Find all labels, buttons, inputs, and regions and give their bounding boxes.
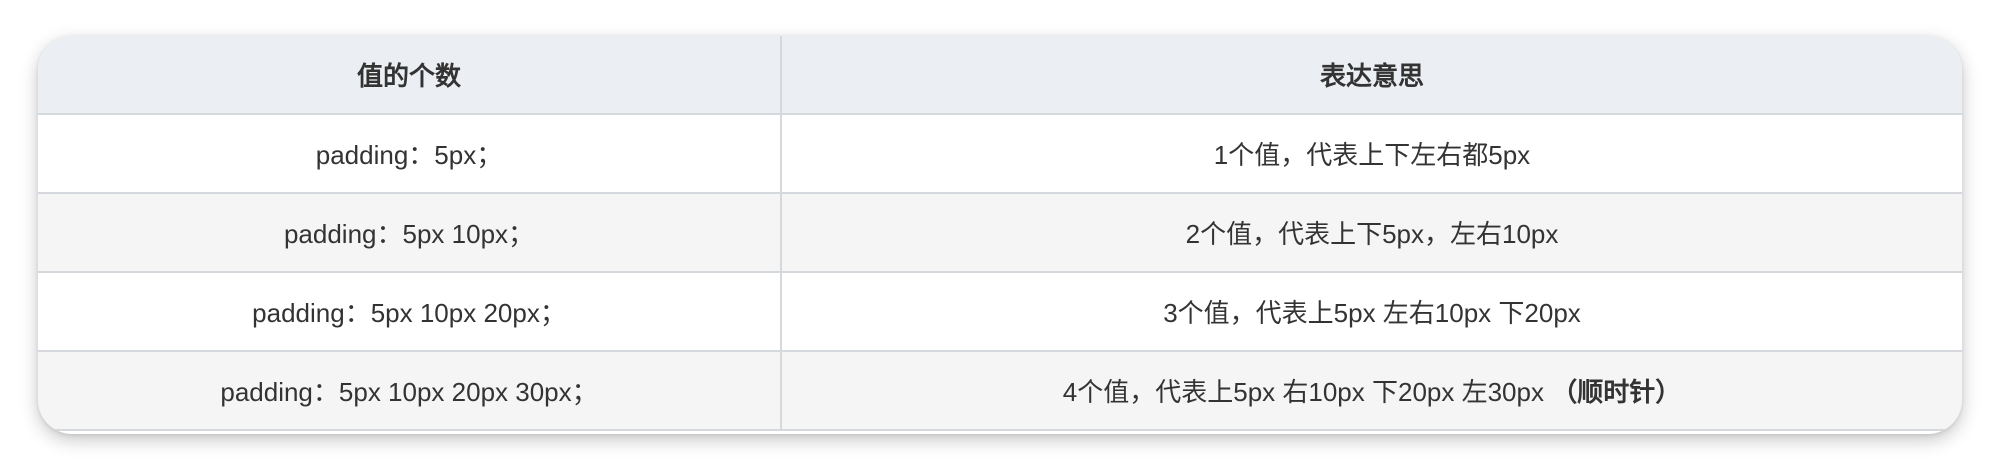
cell-value-count: padding：5px 10px； [38,192,782,273]
table-row: padding：5px 10px 20px 30px； 4个值，代表上5px 右… [38,350,1962,431]
padding-values-table: 值的个数 表达意思 padding：5px； 1个值，代表上下左右都5px pa… [38,36,1962,431]
meaning-text: 1个值，代表上下左右都5px [1213,140,1531,170]
clockwise-note: （顺时针） [1551,377,1682,407]
table-header-row: 值的个数 表达意思 [38,36,1962,115]
cell-value-count: padding：5px； [38,113,782,194]
cell-value-count: padding：5px 10px 20px； [38,271,782,352]
cell-meaning: 1个值，代表上下左右都5px [780,113,1962,194]
cell-value-count: padding：5px 10px 20px 30px； [38,350,782,431]
table-row: padding：5px 10px 20px； 3个值，代表上5px 左右10px… [38,271,1962,352]
header-value-count: 值的个数 [38,36,782,115]
cell-meaning: 3个值，代表上5px 左右10px 下20px [780,271,1962,352]
cell-meaning: 2个值，代表上下5px，左右10px [780,192,1962,273]
header-meaning: 表达意思 [780,36,1962,115]
meaning-text: 2个值，代表上下5px，左右10px [1185,219,1559,249]
cell-meaning: 4个值，代表上5px 右10px 下20px 左30px （顺时针） [780,350,1962,431]
meaning-text: 4个值，代表上5px 右10px 下20px 左30px [1062,377,1552,407]
table-row: padding：5px 10px； 2个值，代表上下5px，左右10px [38,192,1962,273]
meaning-text: 3个值，代表上5px 左右10px 下20px [1163,298,1581,328]
padding-table-card: 值的个数 表达意思 padding：5px； 1个值，代表上下左右都5px pa… [38,36,1962,434]
table-row: padding：5px； 1个值，代表上下左右都5px [38,113,1962,194]
